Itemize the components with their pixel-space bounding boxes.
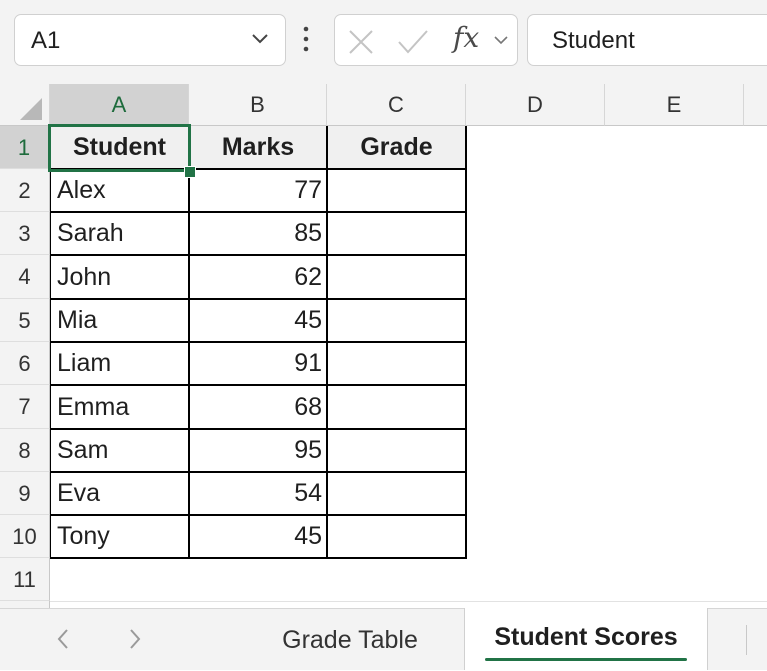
cell-c7[interactable] [327,385,466,429]
chevron-down-icon[interactable] [251,33,269,45]
column-header-a[interactable]: A [50,84,189,126]
tab-label: Student Scores [494,623,678,651]
spreadsheet-grid: A B C D E 1 2 3 4 5 6 7 8 9 10 11 Studen… [0,84,767,608]
cell-a2[interactable]: Alex [57,169,185,212]
name-box[interactable]: A1 [14,14,286,66]
cell-b2[interactable]: 77 [189,169,322,212]
cell-b10[interactable]: 45 [189,515,322,558]
gridline [50,601,767,602]
cell-a3[interactable]: Sarah [57,212,185,255]
row-header-8[interactable]: 8 [0,429,50,472]
table-border [50,211,467,213]
chevron-right-icon[interactable] [128,627,142,651]
tab-divider [746,625,747,655]
tab-grade-table[interactable]: Grade Table [250,609,450,671]
row-header-1[interactable]: 1 [0,126,50,169]
cell-c9[interactable] [327,472,466,515]
cell-b4[interactable]: 62 [189,255,322,299]
row-header-7[interactable]: 7 [0,385,50,429]
cell-c1[interactable]: Grade [327,126,466,169]
table-border [50,298,467,300]
row-header-11[interactable]: 11 [0,558,50,601]
select-all-corner[interactable] [0,84,50,126]
sheet-tab-bar: Grade Table Student Scores [0,608,767,670]
cell-a10[interactable]: Tony [57,515,185,558]
cell-a9[interactable]: Eva [57,472,185,515]
cell-a5[interactable]: Mia [57,299,185,342]
chevron-left-icon[interactable] [56,627,70,651]
chevron-down-icon[interactable] [493,35,509,46]
table-border [50,514,467,516]
cell-a7[interactable]: Emma [57,385,185,429]
cell-b8[interactable]: 95 [189,429,322,472]
cell-b5[interactable]: 45 [189,299,322,342]
cell-a4[interactable]: John [57,255,185,299]
cell-c8[interactable] [327,429,466,472]
formula-actions: fx [334,14,518,66]
cell-c5[interactable] [327,299,466,342]
active-cell-selection[interactable] [48,124,191,172]
active-tab-indicator [485,658,687,661]
enter-check-icon[interactable] [397,28,429,56]
table-border [50,428,467,430]
cell-b9[interactable]: 54 [189,472,322,515]
select-all-triangle-icon[interactable] [0,84,50,126]
column-header-f[interactable] [744,84,767,126]
cell-c6[interactable] [327,342,466,385]
table-border [50,471,467,473]
table-border [50,557,467,559]
row-header-6[interactable]: 6 [0,342,50,385]
column-header-b[interactable]: B [189,84,327,126]
cell-a8[interactable]: Sam [57,429,185,472]
cell-c4[interactable] [327,255,466,299]
table-border [50,384,467,386]
row-header-10[interactable]: 10 [0,515,50,558]
row-header-12[interactable] [0,601,50,608]
cell-c10[interactable] [327,515,466,558]
formula-bar: A1 fx Student [0,0,767,84]
cell-a6[interactable]: Liam [57,342,185,385]
cell-b6[interactable]: 91 [189,342,322,385]
cancel-icon[interactable] [347,28,375,56]
fill-handle[interactable] [184,166,196,178]
cell-b3[interactable]: 85 [189,212,322,255]
cell-b7[interactable]: 68 [189,385,322,429]
row-header-4[interactable]: 4 [0,255,50,299]
formula-input[interactable]: Student [527,14,767,66]
column-header-e[interactable]: E [605,84,744,126]
table-border [50,254,467,256]
row-header-9[interactable]: 9 [0,472,50,515]
formula-value[interactable]: Student [552,27,635,55]
row-header-3[interactable]: 3 [0,212,50,255]
column-header-d[interactable]: D [466,84,605,126]
cell-b1[interactable]: Marks [189,126,327,169]
more-options-icon[interactable] [303,26,309,52]
cell-c3[interactable] [327,212,466,255]
column-header-c[interactable]: C [327,84,466,126]
cell-c2[interactable] [327,169,466,212]
table-border [50,341,467,343]
tab-student-scores[interactable]: Student Scores [464,608,708,670]
insert-function-icon[interactable]: fx [453,21,479,54]
row-header-5[interactable]: 5 [0,299,50,342]
row-header-2[interactable]: 2 [0,169,50,212]
name-box-value[interactable]: A1 [31,27,60,55]
